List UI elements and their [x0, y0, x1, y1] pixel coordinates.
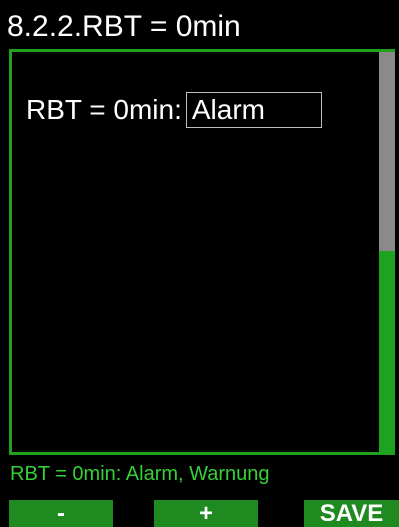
page-title: 8.2.2.RBT = 0min [7, 10, 241, 43]
softkey-bar: - + SAVE [0, 500, 399, 527]
rbt-setting-value-field[interactable]: Alarm [185, 92, 322, 128]
scroll-thumb-lower[interactable] [379, 251, 395, 452]
rbt-setting-row[interactable]: RBT = 0min: Alarm [26, 90, 322, 130]
scrollbar[interactable] [377, 52, 395, 452]
scroll-thumb-upper[interactable] [379, 52, 395, 251]
status-text: RBT = 0min: Alarm, Warnung [10, 463, 270, 485]
settings-panel: RBT = 0min: Alarm [9, 49, 395, 455]
minus-button[interactable]: - [9, 500, 113, 527]
dive-computer-screen: 8.2.2.RBT = 0min RBT = 0min: Alarm RBT =… [0, 0, 399, 527]
plus-button[interactable]: + [154, 500, 258, 527]
rbt-setting-label: RBT = 0min: [26, 94, 182, 125]
save-button[interactable]: SAVE [304, 500, 399, 527]
